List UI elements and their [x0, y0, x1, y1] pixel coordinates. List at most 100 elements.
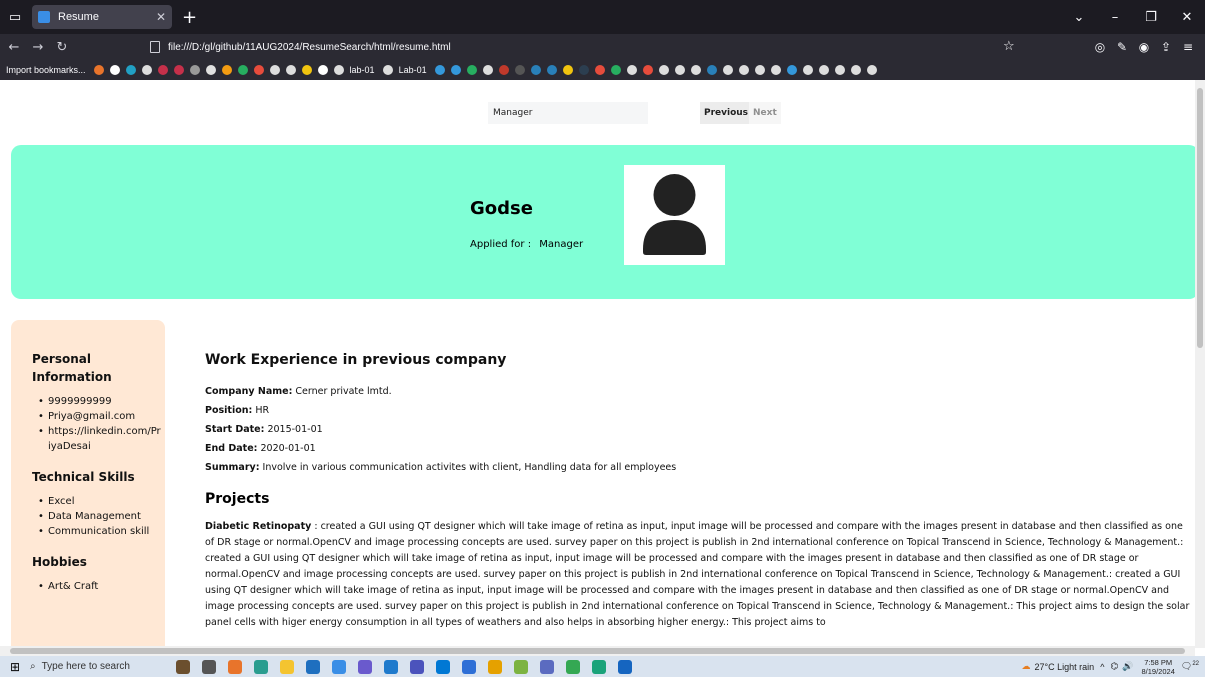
chrome-icon[interactable] — [566, 659, 580, 674]
mail-icon[interactable] — [306, 659, 320, 674]
new-tab-button[interactable]: + — [182, 7, 197, 28]
tab-list-icon[interactable]: ▭ — [0, 0, 30, 34]
bookmark-icon[interactable] — [269, 65, 280, 75]
bookmark-icon[interactable] — [658, 65, 669, 75]
network-icon[interactable]: ⌬ — [1110, 661, 1118, 672]
app-icon[interactable] — [488, 659, 502, 674]
bookmark-icon[interactable] — [109, 65, 120, 75]
bookmark-icon[interactable] — [706, 65, 717, 75]
bookmark-icon[interactable] — [317, 65, 328, 75]
bookmark-icon[interactable] — [626, 65, 637, 75]
forward-button[interactable]: → — [28, 40, 48, 55]
app-icon[interactable] — [176, 659, 190, 674]
bookmark-icon[interactable] — [530, 65, 541, 75]
bookmark-icon[interactable] — [850, 65, 861, 75]
bookmark-icon[interactable] — [237, 65, 248, 75]
menu-icon[interactable]: ≡ — [1177, 40, 1199, 54]
address-bar[interactable]: file:///D:/gl/github/11AUG2024/ResumeSea… — [150, 37, 1030, 57]
next-button[interactable]: Next — [749, 102, 781, 124]
bookmark-icon[interactable] — [205, 65, 216, 75]
bookmark-icon[interactable] — [333, 65, 344, 75]
minimize-button[interactable]: – — [1097, 10, 1133, 25]
firefox-icon[interactable] — [228, 659, 242, 674]
bookmark-lab01[interactable]: lab-01 — [350, 65, 375, 75]
account-icon[interactable]: ◉ — [1133, 40, 1155, 54]
import-bookmarks-link[interactable]: Import bookmarks... — [6, 65, 86, 75]
weather-text[interactable]: 27°C Light rain — [1035, 662, 1095, 672]
bookmark-icon[interactable] — [514, 65, 525, 75]
bookmark-icon[interactable] — [802, 65, 813, 75]
bookmark-icon[interactable] — [786, 65, 797, 75]
horizontal-scrollbar[interactable] — [0, 646, 1195, 656]
volume-icon[interactable]: 🔊 — [1122, 661, 1133, 672]
bookmark-icon[interactable] — [498, 65, 509, 75]
previous-button[interactable]: Previous — [700, 102, 753, 124]
close-tab-icon[interactable]: ✕ — [156, 10, 166, 24]
vertical-scrollbar[interactable] — [1195, 80, 1205, 648]
bookmark-icon[interactable] — [434, 65, 445, 75]
browser-icon[interactable] — [332, 659, 346, 674]
back-button[interactable]: ← — [4, 40, 24, 55]
task-view-icon[interactable] — [202, 659, 216, 674]
windows-start-icon[interactable]: ⊞ — [0, 660, 30, 674]
clock[interactable]: 7:58 PM 8/19/2024 — [1142, 658, 1175, 676]
bookmark-icon[interactable] — [285, 65, 296, 75]
taskbar-search[interactable]: ⌕ Type here to search — [30, 661, 170, 672]
scrollbar-thumb[interactable] — [10, 648, 1185, 654]
bookmark-icon[interactable] — [221, 65, 232, 75]
bookmark-lab01-2[interactable]: Lab-01 — [399, 65, 427, 75]
bookmark-icon[interactable] — [382, 65, 393, 75]
bookmark-icon[interactable] — [674, 65, 685, 75]
bookmark-icon[interactable] — [690, 65, 701, 75]
teams-icon[interactable] — [410, 659, 424, 674]
tab-resume[interactable]: Resume ✕ — [32, 5, 172, 29]
bookmark-icon[interactable] — [157, 65, 168, 75]
weather-icon[interactable]: ☁ — [1022, 661, 1031, 672]
bookmark-icon[interactable] — [578, 65, 589, 75]
bookmark-icon[interactable] — [754, 65, 765, 75]
file-explorer-icon[interactable] — [280, 659, 294, 674]
bookmark-icon[interactable] — [642, 65, 653, 75]
bookmark-icon[interactable] — [834, 65, 845, 75]
notifications-icon[interactable]: 🗨22 — [1181, 661, 1199, 672]
pocket-icon[interactable]: ◎ — [1089, 40, 1111, 54]
outlook-icon[interactable] — [384, 659, 398, 674]
bookmark-icon[interactable] — [301, 65, 312, 75]
teams-icon[interactable] — [540, 659, 554, 674]
bookmark-icon[interactable] — [722, 65, 733, 75]
reload-button[interactable]: ↻ — [52, 40, 72, 55]
bookmark-star-icon[interactable]: ☆ — [1003, 39, 1015, 54]
bookmark-icon[interactable] — [450, 65, 461, 75]
bookmark-icon[interactable] — [562, 65, 573, 75]
extensions-icon[interactable]: ✎ — [1111, 40, 1133, 54]
scrollbar-thumb[interactable] — [1197, 88, 1203, 348]
bookmark-icon[interactable] — [738, 65, 749, 75]
app-icon[interactable] — [358, 659, 372, 674]
bookmark-icon[interactable] — [610, 65, 621, 75]
bookmark-icon[interactable] — [482, 65, 493, 75]
bookmark-icon[interactable] — [466, 65, 477, 75]
bookmark-icon[interactable] — [770, 65, 781, 75]
bookmark-icon[interactable] — [189, 65, 200, 75]
bookmark-icon[interactable] — [594, 65, 605, 75]
bookmark-icon[interactable] — [866, 65, 877, 75]
bookmark-icon[interactable] — [173, 65, 184, 75]
list-all-tabs-icon[interactable]: ⌄ — [1061, 10, 1097, 25]
close-window-button[interactable]: ✕ — [1169, 10, 1205, 25]
terminal-icon[interactable] — [462, 659, 476, 674]
restore-button[interactable]: ❐ — [1133, 10, 1169, 25]
bookmark-icon[interactable] — [125, 65, 136, 75]
edge-icon[interactable] — [254, 659, 268, 674]
search-input[interactable] — [488, 102, 648, 124]
app-icon[interactable] — [514, 659, 528, 674]
bookmark-icon[interactable] — [818, 65, 829, 75]
bookmark-icon[interactable] — [141, 65, 152, 75]
share-icon[interactable]: ⇪ — [1155, 40, 1177, 54]
app-icon[interactable] — [618, 659, 632, 674]
bookmark-icon[interactable] — [93, 65, 104, 75]
vscode-icon[interactable] — [436, 659, 450, 674]
app-icon[interactable] — [592, 659, 606, 674]
bookmark-icon[interactable] — [253, 65, 264, 75]
tray-chevron-icon[interactable]: ^ — [1100, 662, 1104, 672]
bookmark-icon[interactable] — [546, 65, 557, 75]
